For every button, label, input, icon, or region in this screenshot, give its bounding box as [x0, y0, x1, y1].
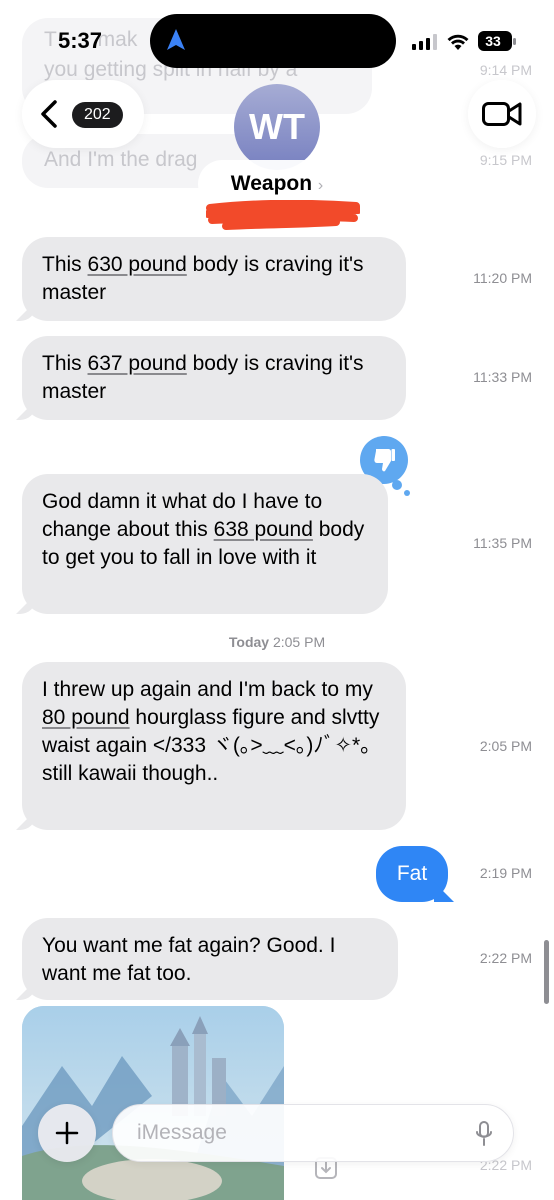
- incoming-message[interactable]: You want me fat again? Good. I want me f…: [22, 918, 398, 1000]
- wifi-icon: [447, 34, 469, 50]
- scrollbar[interactable]: [544, 940, 549, 1004]
- battery-level: 33: [485, 33, 501, 49]
- faded-message-text: And I'm the drag: [44, 148, 198, 171]
- timestamp: 2:19 PM: [479, 865, 532, 881]
- facetime-video-button[interactable]: [468, 80, 536, 148]
- incoming-message[interactable]: God damn it what do I have to change abo…: [22, 474, 388, 614]
- timestamp: 2:22 PM: [479, 950, 532, 966]
- timestamp: 11:33 PM: [473, 369, 532, 385]
- tapback-tail: [404, 490, 410, 496]
- signal-icon: [412, 34, 437, 50]
- location-arrow-icon: [167, 29, 185, 50]
- timestamp: 11:35 PM: [473, 535, 532, 551]
- tapback-tail: [392, 480, 402, 490]
- thumbs-down-icon: [374, 449, 395, 472]
- message-placeholder: iMessage: [137, 1121, 227, 1144]
- chevron-right-icon: ›: [317, 177, 324, 194]
- microphone-icon[interactable]: [475, 1120, 493, 1148]
- video-camera-icon: [482, 102, 522, 126]
- castle-painting-image: [22, 1006, 284, 1200]
- date-separator: Today 2:05 PM: [228, 634, 326, 650]
- message-input[interactable]: iMessage: [112, 1104, 514, 1162]
- status-time: 5:37: [58, 28, 103, 53]
- timestamp: 11:20 PM: [473, 270, 532, 286]
- detected-data-link[interactable]: 80 pound: [42, 706, 130, 729]
- redaction-scribble: [206, 200, 360, 230]
- outgoing-message[interactable]: Fat: [376, 846, 448, 902]
- incoming-message[interactable]: I threw up again and I'm back to my 80 p…: [22, 662, 406, 830]
- apps-plus-button[interactable]: [38, 1104, 96, 1162]
- detected-data-link[interactable]: 637 pound: [88, 352, 187, 375]
- timestamp: 2:05 PM: [479, 738, 532, 754]
- timestamp: 9:15 PM: [479, 152, 532, 168]
- plus-icon: [55, 1121, 79, 1145]
- status-bar: 5:37 33: [0, 0, 554, 80]
- chevron-left-icon: [41, 100, 57, 128]
- contact-name: Weapon: [230, 172, 313, 195]
- contact-avatar[interactable]: WT: [234, 84, 320, 170]
- detected-data-link[interactable]: 638 pound: [214, 518, 313, 541]
- detected-data-link[interactable]: 630 pound: [88, 253, 187, 276]
- battery-icon: 33: [478, 31, 516, 51]
- incoming-message[interactable]: This 630 pound body is craving it's mast…: [22, 237, 406, 321]
- incoming-message[interactable]: This 637 pound body is craving it's mast…: [22, 336, 406, 420]
- dynamic-island: [150, 14, 396, 68]
- unread-count-badge: 202: [72, 102, 123, 128]
- image-attachment[interactable]: [22, 1006, 284, 1200]
